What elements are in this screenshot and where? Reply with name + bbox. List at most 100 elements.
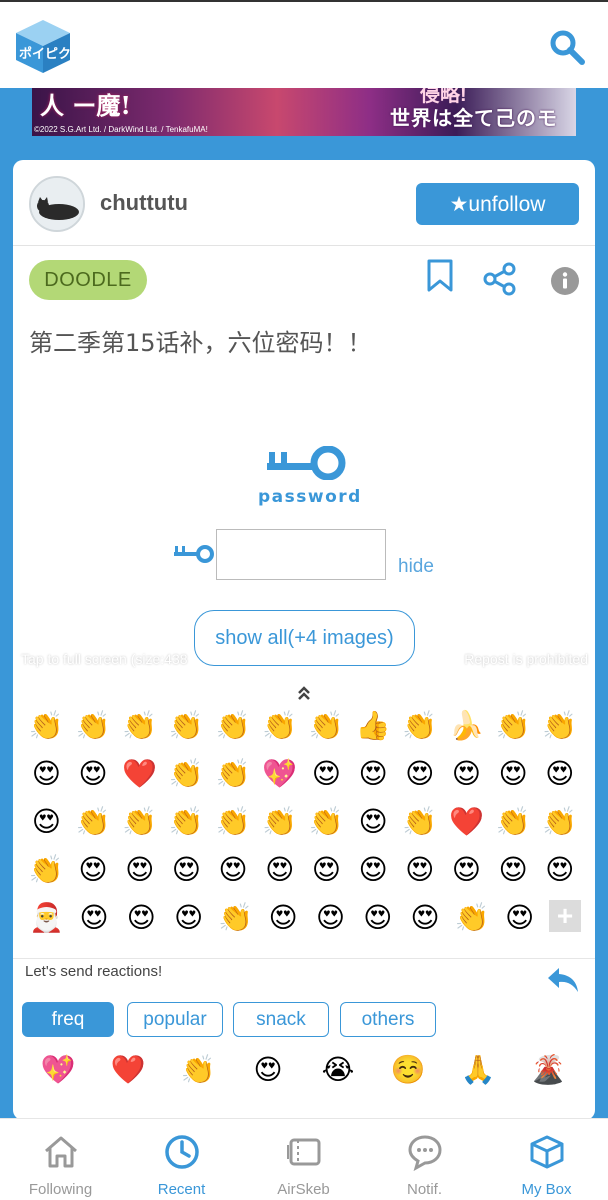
reaction-emoji[interactable]: 😍 xyxy=(210,846,257,894)
reaction-emoji[interactable]: 😍 xyxy=(490,846,537,894)
freq-emoji[interactable]: 🌋 xyxy=(513,1046,583,1094)
reaction-emoji[interactable]: ❤️ xyxy=(116,750,163,798)
bookmark-icon[interactable] xyxy=(426,259,454,293)
reaction-emoji[interactable]: 👏 xyxy=(449,894,496,942)
reaction-emoji[interactable]: 😍 xyxy=(536,846,583,894)
reaction-emoji[interactable]: 😍 xyxy=(70,846,117,894)
hide-link[interactable]: hide xyxy=(398,556,434,578)
reaction-emoji[interactable]: 👏 xyxy=(212,894,259,942)
reaction-emoji[interactable]: 👏 xyxy=(536,702,583,750)
add-reaction-button[interactable]: + xyxy=(549,900,581,932)
reaction-emoji[interactable]: 👏 xyxy=(396,798,443,846)
reaction-emoji[interactable]: 😍 xyxy=(350,846,397,894)
nav-airskeb[interactable]: AirSkeb xyxy=(243,1119,364,1200)
freq-emoji[interactable]: 😭 xyxy=(303,1046,373,1094)
reaction-emoji[interactable]: 👏 xyxy=(210,750,257,798)
reaction-emoji[interactable]: 😍 xyxy=(490,750,537,798)
reaction-emoji[interactable]: 👏 xyxy=(210,702,257,750)
reaction-emoji[interactable]: 😍 xyxy=(116,846,163,894)
reaction-emoji[interactable]: 😍 xyxy=(396,750,443,798)
reaction-emoji[interactable]: 😍 xyxy=(350,798,397,846)
nav-recent[interactable]: Recent xyxy=(121,1119,242,1200)
reaction-emoji[interactable]: 😍 xyxy=(303,750,350,798)
info-icon[interactable] xyxy=(550,266,580,296)
reaction-emoji[interactable]: 😍 xyxy=(350,750,397,798)
reaction-emoji[interactable]: 🎅 xyxy=(23,894,70,942)
reaction-emoji[interactable]: 👏 xyxy=(303,702,350,750)
reaction-emoji[interactable]: 😍 xyxy=(496,894,543,942)
reaction-emoji[interactable]: 👏 xyxy=(303,798,350,846)
freq-emoji[interactable]: ☺️ xyxy=(373,1046,443,1094)
reaction-emoji[interactable]: 👏 xyxy=(256,798,303,846)
tab-popular[interactable]: popular xyxy=(127,1002,223,1037)
nav-mybox[interactable]: My Box xyxy=(486,1119,607,1200)
freq-emoji[interactable]: ❤️ xyxy=(93,1046,163,1094)
reaction-emoji[interactable]: 😍 xyxy=(70,894,117,942)
reaction-emoji[interactable]: 😍 xyxy=(443,846,490,894)
category-tag[interactable]: DOODLE xyxy=(29,260,147,300)
tab-freq[interactable]: freq xyxy=(22,1002,114,1037)
password-input[interactable] xyxy=(216,529,386,580)
reaction-emoji[interactable]: 👏 xyxy=(23,846,70,894)
tap-fullscreen-text[interactable]: Tap to full screen (size:438 xyxy=(21,651,188,667)
reaction-emoji[interactable]: 👏 xyxy=(70,702,117,750)
reaction-emoji[interactable]: 😍 xyxy=(396,846,443,894)
reaction-emoji[interactable]: 😍 xyxy=(256,846,303,894)
small-key-icon xyxy=(174,545,214,563)
reaction-emoji[interactable]: 👏 xyxy=(70,798,117,846)
nav-following[interactable]: Following xyxy=(0,1119,121,1200)
reaction-emoji[interactable]: 👏 xyxy=(536,798,583,846)
reaction-emoji[interactable]: 👏 xyxy=(396,702,443,750)
username[interactable]: chuttutu xyxy=(100,190,188,216)
freq-emoji[interactable]: 💖 xyxy=(23,1046,93,1094)
reaction-emoji[interactable]: 😍 xyxy=(354,894,401,942)
reaction-emoji[interactable]: 😍 xyxy=(307,894,354,942)
banner-right-text: 世界は全て己のモノ! xyxy=(390,108,558,130)
reaction-emoji[interactable]: 👏 xyxy=(116,798,163,846)
app-logo[interactable]: ポイピク xyxy=(14,18,72,74)
avatar[interactable] xyxy=(29,176,85,232)
reaction-emoji[interactable]: 💖 xyxy=(256,750,303,798)
freq-emoji[interactable]: 🙏 xyxy=(443,1046,513,1094)
home-icon xyxy=(45,1136,77,1168)
reaction-emoji[interactable]: 😍 xyxy=(443,750,490,798)
tab-snack[interactable]: snack xyxy=(233,1002,329,1037)
reaction-emoji[interactable]: 😍 xyxy=(70,750,117,798)
svg-text:ポイピク: ポイピク xyxy=(19,46,71,62)
share-icon[interactable] xyxy=(483,262,517,296)
reaction-emoji[interactable]: 😍 xyxy=(165,894,212,942)
reaction-emoji[interactable]: 👏 xyxy=(163,750,210,798)
reaction-emoji[interactable]: 😍 xyxy=(118,894,165,942)
banner-ad[interactable]: 人 ー魔! 侵略! 世界は全て己のモノ! ©2022 S.G.Art Ltd. … xyxy=(32,88,576,136)
reaction-emoji[interactable]: 👏 xyxy=(116,702,163,750)
nav-notif[interactable]: Notif. xyxy=(364,1119,485,1200)
reaction-emoji[interactable]: 👏 xyxy=(256,702,303,750)
send-reactions-prompt: Let's send reactions! xyxy=(25,963,163,980)
reaction-emoji[interactable]: 😍 xyxy=(23,798,70,846)
freq-emoji[interactable]: 👏 xyxy=(163,1046,233,1094)
reaction-emoji[interactable]: 😍 xyxy=(303,846,350,894)
reaction-emoji[interactable]: 👏 xyxy=(210,798,257,846)
reaction-emoji[interactable]: 👏 xyxy=(490,702,537,750)
unfollow-button[interactable]: ★unfollow xyxy=(416,183,579,225)
reaction-emoji[interactable]: 😍 xyxy=(163,846,210,894)
reaction-emoji[interactable]: 😍 xyxy=(536,750,583,798)
chevron-up-icon[interactable] xyxy=(296,685,312,701)
search-icon[interactable] xyxy=(548,28,586,66)
reaction-emoji[interactable]: 😍 xyxy=(401,894,448,942)
tab-others[interactable]: others xyxy=(340,1002,436,1037)
reaction-emoji[interactable]: 👍 xyxy=(350,702,397,750)
freq-reaction-row: 💖 ❤️ 👏 😍 😭 ☺️ 🙏 🌋 xyxy=(23,1046,583,1094)
reaction-emoji[interactable]: 😍 xyxy=(259,894,306,942)
reaction-emoji[interactable]: 👏 xyxy=(163,702,210,750)
reaction-row: 😍 😍 ❤️ 👏 👏 💖 😍 😍 😍 😍 😍 😍 xyxy=(23,750,583,798)
reaction-emoji[interactable]: 😍 xyxy=(23,750,70,798)
reaction-emoji[interactable]: 👏 xyxy=(490,798,537,846)
reaction-emoji[interactable]: ❤️ xyxy=(443,798,490,846)
freq-emoji[interactable]: 😍 xyxy=(233,1046,303,1094)
reaction-emoji[interactable]: 🍌 xyxy=(443,702,490,750)
reaction-emoji[interactable]: 👏 xyxy=(163,798,210,846)
show-all-button[interactable]: show all(+4 images) xyxy=(194,610,415,666)
reaction-emoji[interactable]: 👏 xyxy=(23,702,70,750)
reply-icon[interactable] xyxy=(545,965,581,995)
